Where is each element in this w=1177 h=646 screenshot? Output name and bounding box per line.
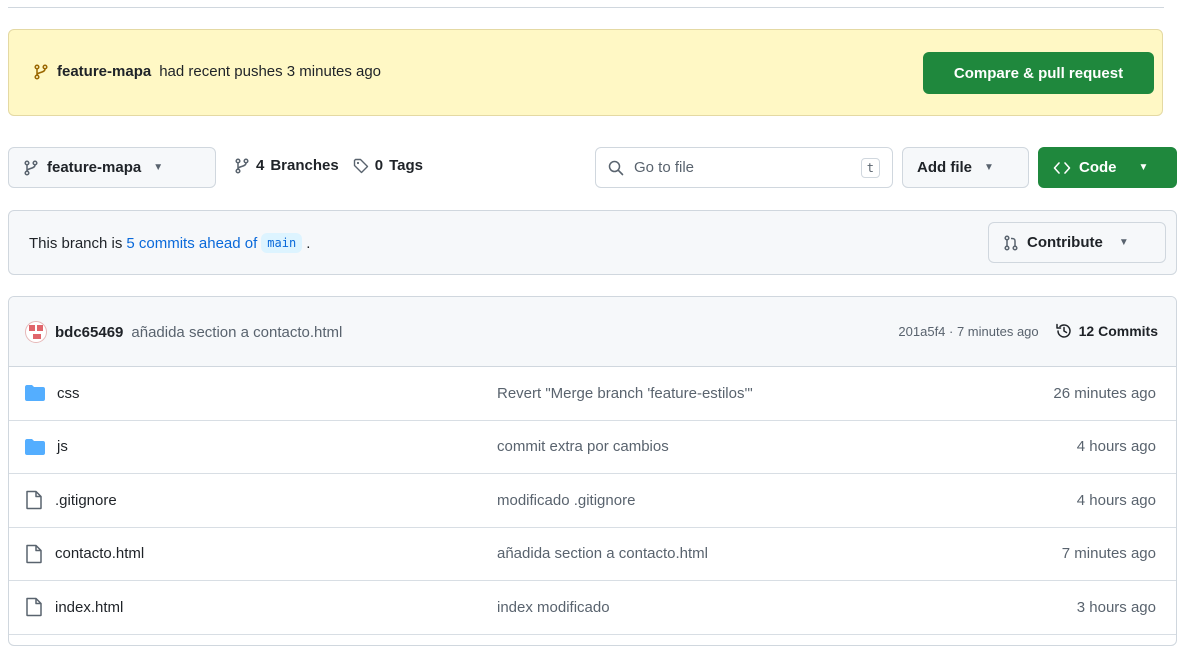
file-commit-message[interactable]: Revert "Merge branch 'feature-estilos'" [497, 385, 753, 402]
ahead-suffix: . [306, 234, 311, 252]
caret-down-icon: ▼ [1118, 237, 1129, 248]
add-file-label: Add file [917, 159, 972, 176]
git-branch-icon [235, 157, 249, 174]
search-placeholder: Go to file [634, 159, 695, 176]
file-commit-time: 4 hours ago [1076, 438, 1156, 456]
file-icon [26, 544, 42, 563]
commits-ahead-link[interactable]: 5 commits ahead of [126, 235, 257, 252]
file-name[interactable]: css [57, 385, 80, 402]
contribute-button[interactable]: Contribute ▼ [988, 222, 1166, 263]
file-table: bdc65469 añadida section a contacto.html… [8, 296, 1177, 646]
add-file-button[interactable]: Add file ▼ [902, 147, 1029, 188]
pushed-branch-name[interactable]: feature-mapa [57, 63, 151, 80]
branch-ahead-banner: This branch is 5 commits ahead of main .… [8, 210, 1177, 275]
file-name[interactable]: contacto.html [55, 545, 144, 562]
git-branch-icon [34, 63, 48, 80]
commits-count: 12 Commits [1078, 323, 1158, 339]
file-commit-time: 3 hours ago [1076, 598, 1156, 616]
file-commit-message[interactable]: commit extra por cambios [497, 438, 669, 455]
contribute-label: Contribute [1027, 234, 1103, 251]
caret-down-icon: ▼ [984, 162, 994, 173]
git-pull-request-icon [1004, 234, 1018, 251]
tags-label: Tags [389, 157, 423, 174]
table-row[interactable]: contacto.html añadida section a contacto… [9, 528, 1176, 581]
caret-down-icon: ▼ [153, 162, 164, 173]
folder-icon [25, 385, 45, 402]
file-commit-time: 26 minutes ago [1053, 384, 1156, 402]
commit-message[interactable]: añadida section a contacto.html [131, 324, 342, 341]
table-row[interactable]: css Revert "Merge branch 'feature-estilo… [9, 367, 1176, 421]
compare-pull-request-button[interactable]: Compare & pull request [923, 52, 1154, 94]
commit-meta[interactable]: 201a5f4 · 7 minutes ago [898, 324, 1038, 339]
base-branch-label[interactable]: main [261, 233, 303, 253]
recent-push-text: had recent pushes 3 minutes ago [159, 63, 382, 80]
branches-tags: 4 Branches 0 Tags [234, 157, 423, 174]
commits-history-link[interactable]: 12 Commits [1055, 322, 1158, 340]
recent-push-banner: feature-mapa had recent pushes 3 minutes… [8, 29, 1163, 116]
branches-link[interactable]: 4 Branches [234, 157, 339, 174]
file-name[interactable]: .gitignore [55, 492, 117, 509]
branches-count: 4 [256, 157, 265, 174]
tags-count: 0 [374, 157, 384, 174]
file-commit-time: 4 hours ago [1076, 491, 1156, 509]
table-row[interactable]: index.html index modificado 3 hours ago [9, 581, 1176, 635]
file-icon [26, 598, 42, 617]
git-branch-icon [24, 159, 38, 176]
tags-link[interactable]: 0 Tags [353, 157, 423, 174]
avatar[interactable] [25, 321, 47, 343]
branches-label: Branches [270, 157, 339, 174]
table-row[interactable]: .gitignore modificado .gitignore 4 hours… [9, 474, 1176, 528]
recent-push-message: feature-mapa had recent pushes 3 minutes… [33, 63, 381, 80]
file-name[interactable]: js [57, 438, 68, 455]
branch-select-label: feature-mapa [47, 159, 142, 176]
file-commit-time: 7 minutes ago [1061, 545, 1156, 563]
branch-ahead-text: This branch is 5 commits ahead of main . [29, 233, 310, 253]
keyboard-shortcut-hint: t [860, 157, 880, 178]
code-icon [1053, 161, 1071, 174]
file-icon [26, 491, 42, 510]
top-divider [8, 7, 1164, 8]
code-label: Code [1079, 159, 1117, 176]
tag-icon [353, 158, 368, 173]
go-to-file-input[interactable]: Go to file t [595, 147, 893, 188]
caret-down-icon: ▼ [1138, 162, 1149, 173]
search-icon [608, 160, 624, 175]
file-name[interactable]: index.html [55, 599, 123, 616]
code-button[interactable]: Code ▼ [1038, 147, 1177, 188]
latest-commit-row: bdc65469 añadida section a contacto.html… [9, 297, 1176, 367]
commit-author[interactable]: bdc65469 [55, 324, 123, 341]
file-commit-message[interactable]: index modificado [497, 599, 610, 616]
folder-icon [25, 438, 45, 455]
file-commit-message[interactable]: modificado .gitignore [497, 492, 635, 509]
history-icon [1055, 323, 1071, 338]
table-row[interactable]: js commit extra por cambios 4 hours ago [9, 421, 1176, 474]
file-commit-message[interactable]: añadida section a contacto.html [497, 545, 708, 562]
branch-select-button[interactable]: feature-mapa ▼ [8, 147, 216, 188]
ahead-prefix: This branch is [29, 234, 123, 252]
